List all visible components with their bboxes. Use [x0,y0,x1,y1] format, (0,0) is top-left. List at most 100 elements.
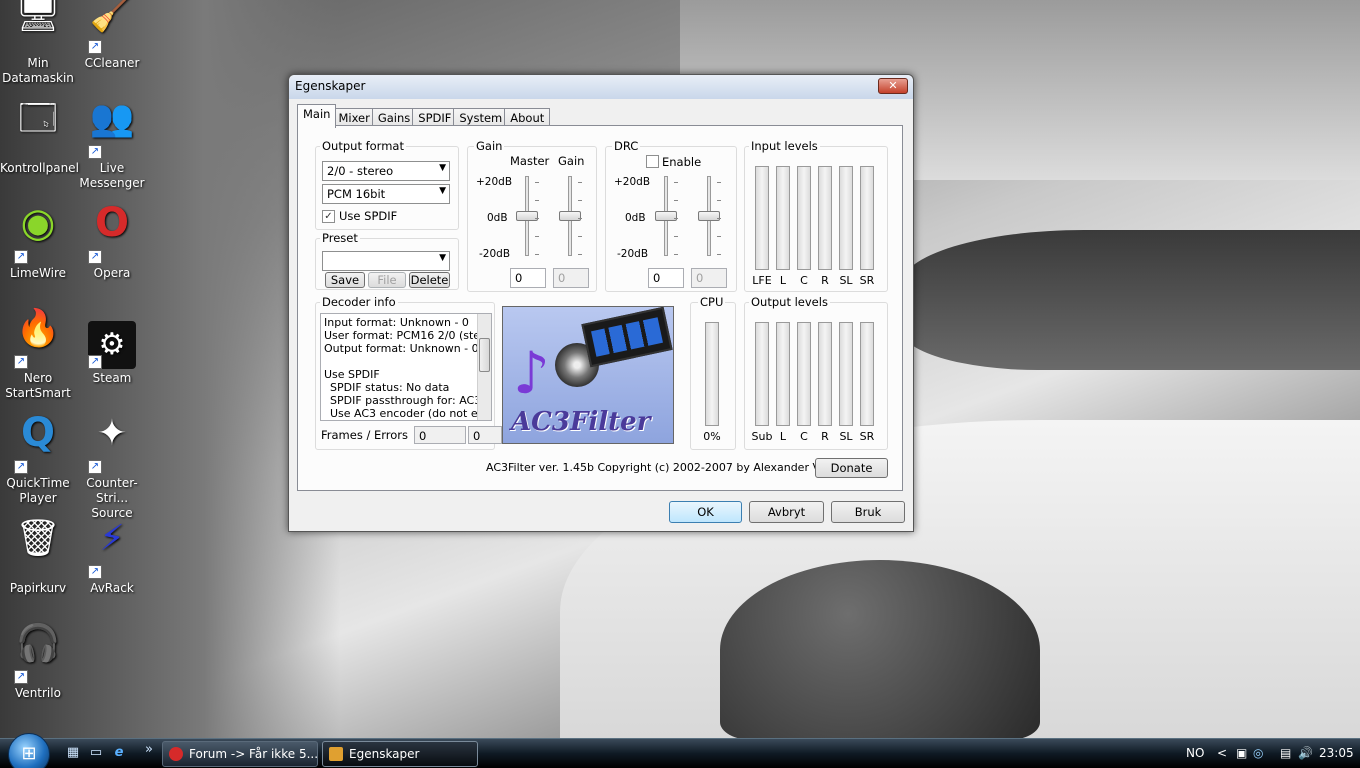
slider-tick [535,200,539,201]
cancel-button[interactable]: Avbryt [749,501,824,523]
shortcut-arrow-icon: ↗ [88,565,102,579]
scrollbar-thumb[interactable] [479,338,490,372]
logo-text: AC3Filter [511,407,651,437]
dialog-titlebar[interactable]: Egenskaper [289,75,913,99]
desktop-icon-papirkurv[interactable]: 🗑 Papirkurv [0,521,76,596]
nero-icon: 🔥 ↗ [14,308,61,369]
drc-tick-0: 0dB [625,212,646,224]
ac3filter-tray-icon[interactable]: ◎ [1253,746,1263,760]
desktop-icon-avrack[interactable]: ⚡ ↗ AvRack [74,521,150,596]
decoder-info-line: SPDIF status: No data [330,381,450,394]
sample-format-select[interactable]: PCM 16bit ▼ [322,184,450,204]
quick-launch-more-icon[interactable]: » [140,742,158,758]
ac3filter-icon [329,747,343,761]
chevron-down-icon: ▼ [439,253,446,263]
internet-explorer-icon[interactable]: e [110,745,128,761]
slider-tick [535,218,539,219]
desktop-icon-nero[interactable]: 🔥 ↗ Nero StartSmart [0,308,76,401]
preset-save-button[interactable]: Save [325,272,365,288]
checkmark-icon: ✓ [324,211,333,222]
desktop-icon-kontrollpanel[interactable]: 🗔 Kontrollpanel [0,98,79,176]
tab-main[interactable]: Main [297,104,337,128]
frames-errors-label: Frames / Errors [321,428,409,442]
desktop-icon-ventrilo[interactable]: 🎧 ↗ Ventrilo [0,626,76,701]
input-meter-l [776,166,790,270]
tray-expand-icon[interactable]: < [1217,746,1227,760]
language-indicator[interactable]: NO [1186,746,1204,760]
output-meter-r [818,322,832,426]
cpu-label: CPU [698,295,726,309]
main-tab-panel: Output format 2/0 - stereo ▼ PCM 16bit ▼ ✓… [297,125,903,491]
close-button[interactable]: ✕ [878,78,908,94]
errors-value: 0 [468,426,502,444]
network-connection-icon[interactable]: ▤ [1280,746,1291,760]
decoder-info-scrollbar[interactable] [477,314,491,420]
drc-slider2-thumb[interactable] [698,211,720,221]
drc-value1-field[interactable]: 0 [648,268,684,288]
drc-slider1-thumb[interactable] [655,211,677,221]
drc-enable-checkbox[interactable] [646,155,659,168]
preset-delete-button[interactable]: Delete [409,272,450,288]
desktop-icon-limewire[interactable]: ◉ ↗ LimeWire [0,203,76,281]
slider-tick [535,182,539,183]
preset-select[interactable]: ▼ [322,251,450,271]
slider-tick [717,254,721,255]
show-desktop-icon[interactable]: ▦ [64,745,82,761]
volume-icon[interactable]: 🔊 [1298,746,1313,760]
taskbar-button-forum[interactable]: Forum -> Får ikke 5.... [162,741,318,767]
slider-tick [717,218,721,219]
tab-bar: Main Mixer Gains SPDIF System About [297,104,551,128]
ac3filter-logo: ♪ AC3Filter [502,306,674,444]
opera-icon: O ↗ [88,203,136,264]
desktop-icon-opera[interactable]: O ↗ Opera [74,203,150,281]
shortcut-arrow-icon: ↗ [88,355,102,369]
network-status-icon[interactable]: ▣ [1236,746,1247,760]
switch-windows-icon[interactable]: ▭ [87,745,105,761]
decoder-info-line: Use AC3 encoder (do not encode [330,407,491,420]
desktop-icon-counter-strike[interactable]: ✦ ↗ Counter-Stri... Source [74,416,150,521]
desktop-icon-label: Ventrilo [15,686,61,700]
slider-tick [717,182,721,183]
taskbar-button-egenskaper[interactable]: Egenskaper [322,741,478,767]
input-channel-sr: SR [859,274,875,287]
input-meter-lfe [755,166,769,270]
decoder-info-line: Output format: Unknown - 0 [324,342,479,355]
output-meter-sub [755,322,769,426]
desktop-icon-ccleaner[interactable]: 🧹 ↗ CCleaner [74,0,150,71]
apply-button[interactable]: Bruk [831,501,905,523]
messenger-icon: 👥 ↗ [88,98,135,159]
desktop-icon-quicktime[interactable]: Q ↗ QuickTime Player [0,413,76,506]
start-button[interactable]: ⊞ [8,733,50,768]
desktop-icon-min-datamaskin[interactable]: 🖥 Min Datamaskin [0,0,76,86]
desktop-icon-steam[interactable]: ⚙ ↗ Steam [74,321,150,386]
windows-logo-icon: ⊞ [21,743,37,764]
slider-tick [535,254,539,255]
shortcut-arrow-icon: ↗ [14,670,28,684]
decoder-info-text[interactable]: Input format: Unknown - 0 User format: P… [320,313,492,421]
gain-slider-thumb[interactable] [559,211,581,221]
master-value-field[interactable]: 0 [510,268,546,288]
output-meter-sl [839,322,853,426]
desktop-icon-label: LimeWire [9,266,67,280]
opera-icon [169,747,183,761]
channels-select[interactable]: 2/0 - stereo ▼ [322,161,450,181]
desktop-icon-label: Nero StartSmart [5,371,71,400]
output-meter-c [797,322,811,426]
input-meter-c [797,166,811,270]
clock[interactable]: 23:05 [1319,746,1354,760]
slider-tick [578,200,582,201]
drc-tick-plus20: +20dB [614,176,651,188]
output-meter-l [776,322,790,426]
control-panel-icon: 🗔 [18,98,58,139]
donate-button[interactable]: Donate [815,458,888,478]
ok-button[interactable]: OK [669,501,742,523]
desktop-icon-label: Opera [93,266,131,280]
desktop-icon-live-messenger[interactable]: 👥 ↗ Live Messenger [74,98,150,191]
use-spdif-label: Use SPDIF [339,209,398,223]
preset-label: Preset [320,231,360,245]
slider-tick [674,200,678,201]
decoder-info-line: User format: PCM16 2/0 (stereo) 0 [324,329,491,342]
output-levels-label: Output levels [749,295,830,309]
use-spdif-checkbox[interactable]: ✓ [322,210,335,223]
master-slider-thumb[interactable] [516,211,538,221]
